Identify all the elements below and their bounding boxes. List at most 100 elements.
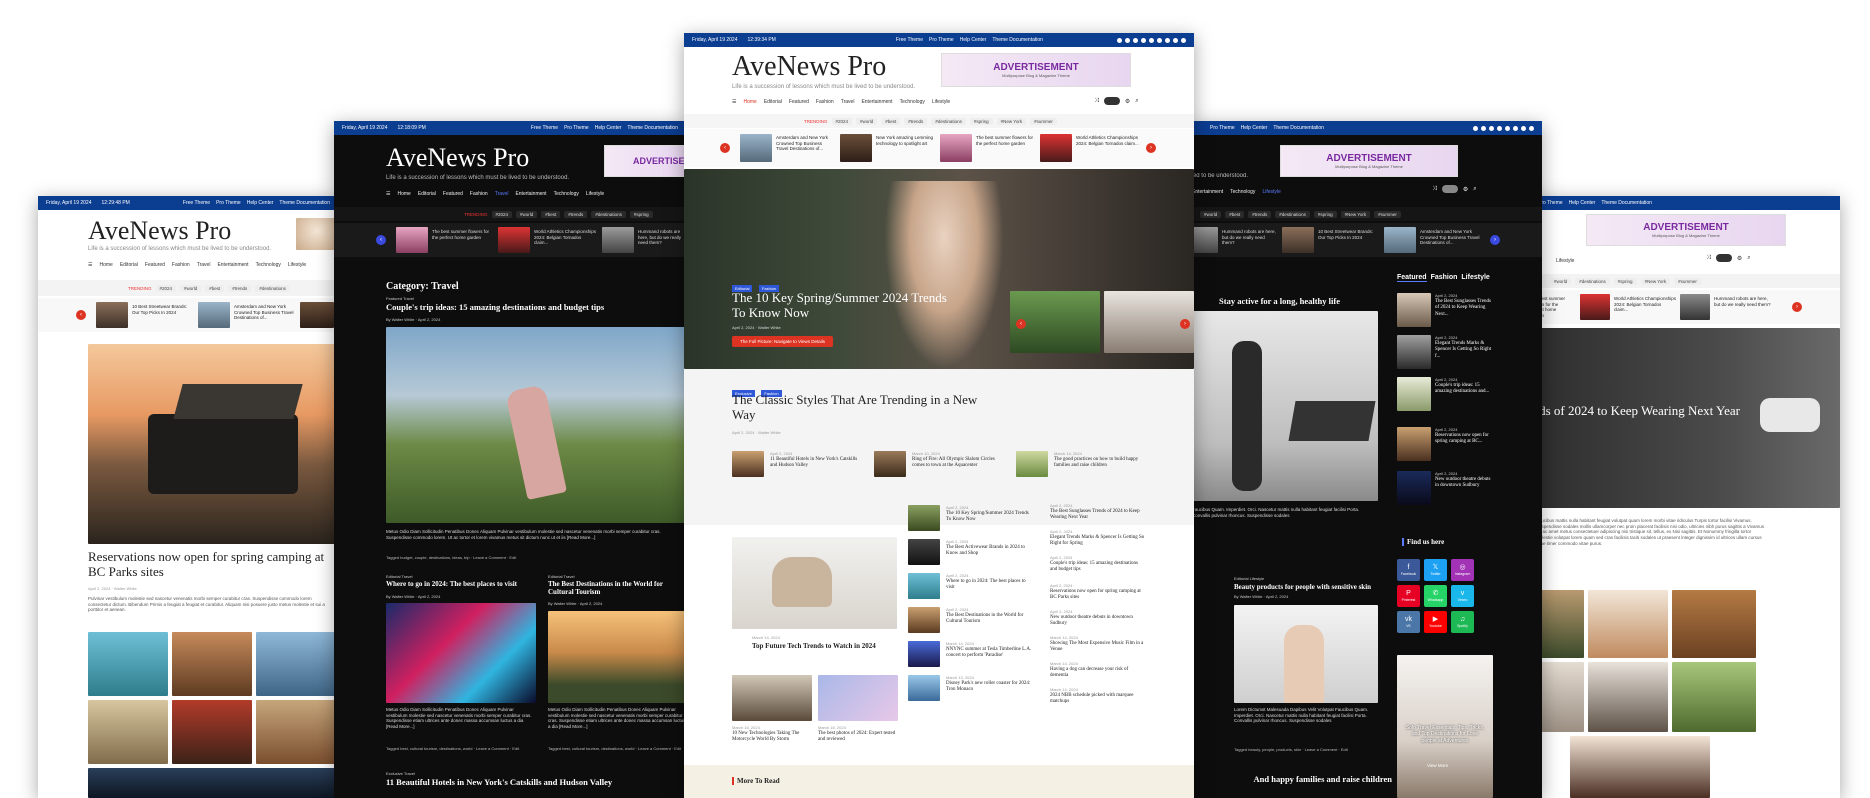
ticker-thumb-3[interactable] bbox=[1384, 227, 1416, 253]
tag-trends[interactable]: #trends bbox=[228, 284, 252, 292]
sidebar-title-4[interactable]: Reservations now open for spring camping… bbox=[1435, 433, 1493, 446]
vimeo-icon[interactable] bbox=[1513, 125, 1518, 131]
vk-button[interactable]: vk VK bbox=[1397, 611, 1420, 633]
post2-tags[interactable]: Tagged beauty, people, products, skin · … bbox=[1234, 747, 1378, 752]
small-post-image-2[interactable] bbox=[818, 675, 898, 721]
tag-spring[interactable]: #spring bbox=[1313, 210, 1337, 218]
post2-skincare-image[interactable] bbox=[1234, 605, 1378, 703]
whatsapp-icon[interactable] bbox=[1149, 37, 1154, 43]
main-post-image[interactable] bbox=[732, 537, 897, 629]
link-free-theme[interactable]: Free Theme bbox=[183, 200, 210, 206]
sub-title[interactable]: The Classic Styles That Are Trending in … bbox=[732, 392, 992, 423]
ticker-thumb-1[interactable] bbox=[1192, 227, 1218, 253]
ticker-title-3[interactable]: Hummand robots are here, but do we reall… bbox=[638, 229, 686, 246]
tag-world[interactable]: #world bbox=[1200, 210, 1222, 218]
row-title-2[interactable]: Ring of Fire: All Olympic Slalom Circles… bbox=[912, 457, 1002, 470]
link-help-center[interactable]: Help Center bbox=[1241, 125, 1268, 131]
sidebar-thumb-1[interactable] bbox=[1397, 293, 1431, 327]
ticker-title-2[interactable]: New York amazing Lemming technology to s… bbox=[876, 135, 934, 146]
tag-world[interactable]: #world bbox=[856, 117, 878, 125]
tag-2024[interactable]: #2024 bbox=[491, 210, 513, 218]
tab-lifestyle[interactable]: Lifestyle bbox=[1461, 274, 1489, 282]
ad-banner[interactable]: ADVERTISEMENT Multipurpose Blog & Magazi… bbox=[1280, 145, 1458, 177]
tag-destinations[interactable]: #destinations bbox=[255, 284, 290, 292]
ticker-thumb-4[interactable] bbox=[1040, 134, 1072, 162]
nav-lifestyle[interactable]: Lifestyle bbox=[586, 191, 604, 197]
post1-boxing-image[interactable] bbox=[1192, 311, 1378, 501]
list-title-1[interactable]: The 10 Key Spring/Summer 2024 Trends To … bbox=[946, 511, 1034, 524]
hero-title[interactable]: The Best Sunglasses Trends of 2024 to Ke… bbox=[1530, 403, 1740, 419]
ticker-thumb-3[interactable] bbox=[602, 227, 634, 253]
ticker-thumb-2[interactable] bbox=[840, 134, 872, 162]
vimeo-icon[interactable] bbox=[1157, 37, 1162, 43]
nav-travel[interactable]: Travel bbox=[841, 99, 855, 105]
pinterest-icon[interactable] bbox=[1141, 37, 1146, 43]
link-theme-docs[interactable]: Theme Documentation bbox=[1601, 200, 1652, 206]
ad-banner[interactable]: ADVERTISEMENT Multipurpose Blog & Magazi… bbox=[1586, 214, 1786, 246]
post2-title[interactable]: Where to go in 2024: The best places to … bbox=[386, 580, 526, 588]
right-title-5[interactable]: New outdoor theatre debuts in downtown S… bbox=[1050, 615, 1146, 628]
ticker-title-1[interactable]: Hummand robots are here, but do we reall… bbox=[1222, 229, 1278, 246]
grid-image-5[interactable] bbox=[172, 700, 252, 764]
nav-technology[interactable]: Technology bbox=[554, 191, 579, 197]
search-icon[interactable]: ⌕ bbox=[1135, 98, 1138, 105]
hero-prev-button[interactable]: ‹ bbox=[1016, 319, 1026, 329]
sidebar-thumb-2[interactable] bbox=[1397, 335, 1431, 369]
tag-new-york[interactable]: #New York bbox=[1340, 210, 1371, 218]
post2-category[interactable]: Editorial Travel bbox=[386, 574, 412, 579]
hero-title[interactable]: The 10 Key Spring/Summer 2024 Trends To … bbox=[732, 290, 952, 321]
link-pro-theme[interactable]: Pro Theme bbox=[564, 125, 589, 131]
tag-2024[interactable]: #2024 bbox=[831, 117, 853, 125]
site-logo[interactable]: AveNews Pro bbox=[386, 143, 529, 173]
post3-category[interactable]: Editorial Travel bbox=[548, 574, 574, 579]
tag-destinations[interactable]: #destinations bbox=[1275, 210, 1310, 218]
tag-trends[interactable]: #trends bbox=[564, 210, 588, 218]
ticker-thumb-3[interactable] bbox=[300, 302, 334, 328]
twitter-icon[interactable] bbox=[1481, 125, 1486, 131]
nav-entertainment[interactable]: Entertainment bbox=[515, 191, 546, 197]
twitter-icon[interactable] bbox=[1125, 37, 1130, 43]
nav-featured[interactable]: Featured bbox=[443, 191, 463, 197]
link-pro-theme[interactable]: Pro Theme bbox=[216, 200, 241, 206]
ticker-title-3[interactable]: Hummand robots are here, but do we reall… bbox=[1714, 296, 1774, 307]
sidebar-title-1[interactable]: The Best Sunglasses Trends of 2024 to Ke… bbox=[1435, 299, 1493, 318]
link-theme-docs[interactable]: Theme Documentation bbox=[992, 37, 1043, 43]
nav-fashion[interactable]: Fashion bbox=[470, 191, 488, 197]
nav-home[interactable]: Home bbox=[743, 99, 756, 105]
tag-summer[interactable]: #summer bbox=[1030, 117, 1057, 125]
list-thumb-6[interactable] bbox=[908, 675, 940, 701]
grid-image-2[interactable] bbox=[172, 632, 252, 696]
link-pro-theme[interactable]: Pro Theme bbox=[1210, 125, 1235, 131]
ad-banner[interactable]: ADVERTISEMENT Multipurpose Blog & Magazi… bbox=[941, 53, 1131, 87]
facebook-icon[interactable] bbox=[1473, 125, 1478, 131]
ticker-thumb-2[interactable] bbox=[1282, 227, 1314, 253]
whatsapp-icon[interactable] bbox=[1505, 125, 1510, 131]
nav-lifestyle[interactable]: Lifestyle bbox=[1262, 189, 1280, 195]
grid-image-3[interactable] bbox=[256, 632, 338, 696]
row-title-3[interactable]: The good practices on how to build happy… bbox=[1054, 457, 1150, 470]
pinterest-button[interactable]: P Pinterest bbox=[1397, 585, 1420, 607]
ticker-title-2[interactable]: Amsterdam and New York Crowned Top Busin… bbox=[234, 304, 294, 321]
grid-image-4[interactable] bbox=[88, 700, 168, 764]
menu-icon[interactable]: ☰ bbox=[88, 262, 92, 268]
ticker-thumb-1[interactable] bbox=[396, 227, 428, 253]
tab-fashion[interactable]: Fashion bbox=[1431, 274, 1458, 282]
tag-destinations[interactable]: #destinations bbox=[591, 210, 626, 218]
list-title-2[interactable]: The Best Activewear Brands in 2024 to Kn… bbox=[946, 545, 1034, 558]
tag-spring[interactable]: #spring bbox=[629, 210, 653, 218]
gallery-image-5[interactable] bbox=[1588, 662, 1668, 732]
vk-icon[interactable] bbox=[1165, 37, 1170, 43]
ticker-title-2[interactable]: World Athletics Championships 2024: Belg… bbox=[1614, 296, 1676, 313]
post2-city-image[interactable] bbox=[386, 603, 536, 703]
ticker-title-3[interactable]: The best summer flowers for the perfect … bbox=[976, 135, 1034, 146]
post3-tags[interactable]: Tagged best, cultural tourism, destinati… bbox=[548, 746, 686, 751]
tag-world[interactable]: #world bbox=[1550, 277, 1572, 285]
small-post-image-1[interactable] bbox=[732, 675, 812, 721]
nav-editorial[interactable]: Editorial bbox=[418, 191, 436, 197]
link-help-center[interactable]: Help Center bbox=[247, 200, 274, 206]
nav-technology[interactable]: Technology bbox=[1230, 189, 1255, 195]
search-icon[interactable]: ⌕ bbox=[1473, 186, 1476, 193]
nav-technology[interactable]: Technology bbox=[900, 99, 925, 105]
facebook-icon[interactable] bbox=[1117, 37, 1122, 43]
tag-spring[interactable]: #spring bbox=[969, 117, 993, 125]
